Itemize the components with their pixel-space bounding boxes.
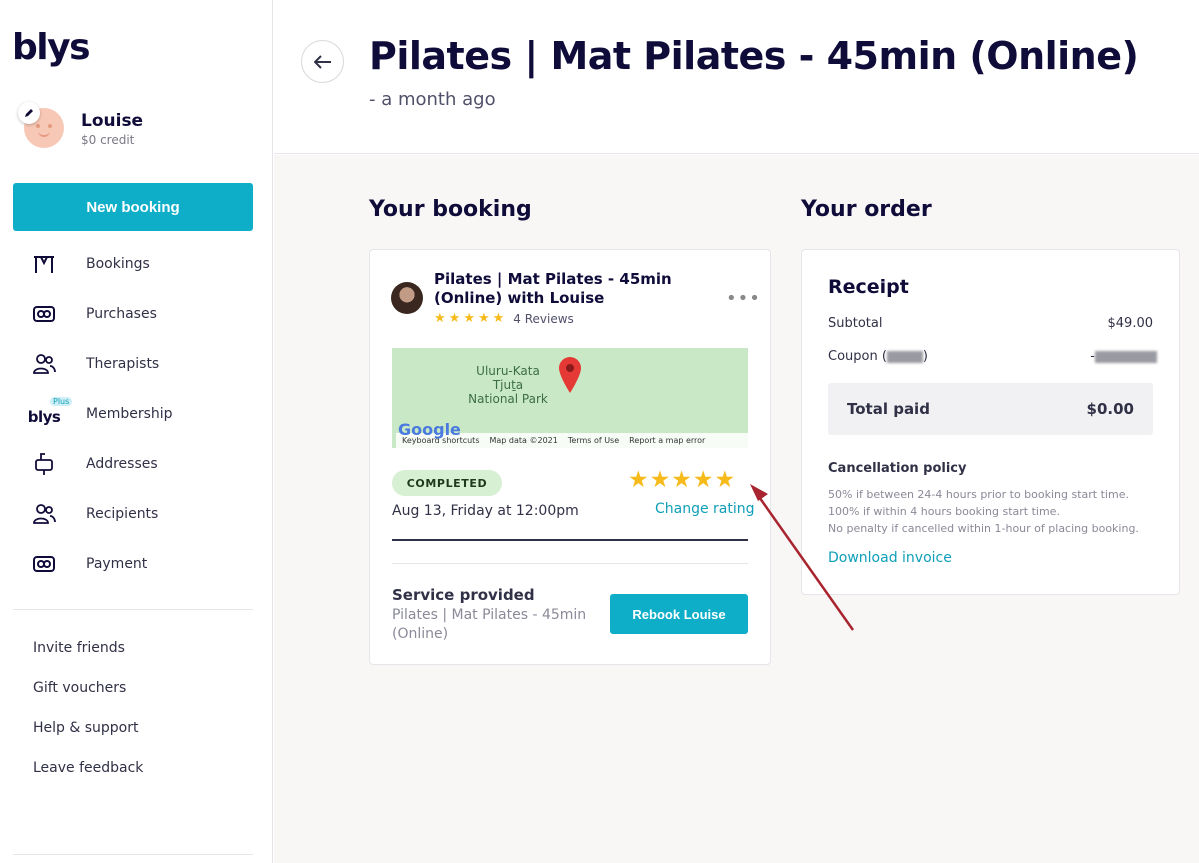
page-header: Pilates | Mat Pilates - 45min (Online) -…	[274, 0, 1199, 154]
order-card: Receipt Subtotal $49.00 Coupon () - Tota…	[801, 249, 1180, 595]
star-icon: ★	[463, 311, 475, 326]
coupon-value: -	[1090, 349, 1157, 364]
profile[interactable]: Louise $0 credit	[18, 102, 258, 152]
total-paid-box: Total paid $0.00	[828, 383, 1153, 435]
sidebar-item-label: Purchases	[86, 306, 157, 322]
help-support-link[interactable]: Help & support	[33, 720, 139, 736]
bookings-icon	[30, 250, 58, 278]
sidebar-item-label: Bookings	[86, 256, 150, 272]
service-provided-value: Pilates | Mat Pilates - 45min (Online)	[392, 607, 587, 642]
invite-friends-link[interactable]: Invite friends	[33, 640, 125, 656]
star-icon: ★	[477, 311, 490, 326]
policy-line: 100% if within 4 hours booking start tim…	[828, 505, 1060, 518]
sidebar: blys Louise $0 credit New booking Bookin…	[0, 0, 273, 863]
therapist-rating: ★ ★ ★ ★ ★ 4 Reviews	[434, 311, 574, 326]
terms-of-use-link[interactable]: Terms of Use	[568, 436, 619, 445]
sidebar-item-label: Payment	[86, 556, 148, 572]
therapist-avatar[interactable]	[391, 282, 423, 314]
service-provided-label: Service provided	[392, 586, 535, 604]
map-pin-icon	[559, 357, 581, 393]
coupon-label-prefix: Coupon (	[828, 349, 887, 364]
main-content: Your booking Your order Pilates | Mat Pi…	[274, 155, 1199, 863]
policy-line: No penalty if cancelled within 1-hour of…	[828, 522, 1139, 535]
addresses-icon	[30, 450, 58, 478]
change-rating-link[interactable]: Change rating	[655, 501, 755, 517]
cancellation-policy-title: Cancellation policy	[828, 461, 967, 476]
report-map-error-link[interactable]: Report a map error	[629, 436, 705, 445]
sidebar-item-payment[interactable]: Payment	[30, 549, 260, 579]
sidebar-item-label: Addresses	[86, 456, 158, 472]
map[interactable]: Uluru-Kata Tjuṯa National Park Keyboard …	[392, 348, 748, 448]
star-icon[interactable]: ★	[715, 467, 736, 493]
booking-card: Pilates | Mat Pilates - 45min (Online) w…	[369, 249, 771, 665]
your-booking-title: Your booking	[369, 197, 532, 222]
sidebar-item-recipients[interactable]: Recipients	[30, 499, 260, 529]
profile-name: Louise	[81, 111, 144, 131]
profile-credit: $0 credit	[81, 133, 135, 147]
divider	[392, 539, 748, 541]
leave-feedback-link[interactable]: Leave feedback	[33, 760, 143, 776]
sidebar-item-label: Membership	[86, 406, 173, 422]
star-icon[interactable]: ★	[671, 467, 692, 493]
redacted-coupon-code	[886, 350, 923, 363]
payment-icon	[30, 550, 58, 578]
star-icon[interactable]: ★	[693, 467, 714, 493]
blys-logo[interactable]: blys	[12, 30, 91, 66]
coupon-label: Coupon ()	[828, 349, 928, 364]
star-icon: ★	[434, 311, 446, 326]
booking-date: Aug 13, Friday at 12:00pm	[392, 503, 579, 519]
google-logo[interactable]: Google	[398, 420, 461, 439]
star-icon: ★	[448, 311, 461, 326]
receipt-title: Receipt	[828, 276, 909, 298]
therapists-icon	[30, 350, 58, 378]
download-invoice-link[interactable]: Download invoice	[828, 550, 952, 566]
page-subtitle: - a month ago	[369, 89, 496, 110]
sidebar-item-membership[interactable]: blys Plus Membership	[27, 397, 260, 429]
sidebar-item-label: Therapists	[86, 356, 160, 372]
sidebar-bottom-divider	[13, 854, 253, 855]
subtotal-value: $49.00	[1107, 316, 1154, 331]
sidebar-divider	[13, 609, 253, 610]
subtotal-label: Subtotal	[828, 316, 883, 331]
sidebar-item-label: Recipients	[86, 506, 159, 522]
map-place-label: Uluru-Kata Tjuṯa National Park	[468, 364, 548, 406]
your-order-title: Your order	[801, 197, 932, 222]
service-title: Pilates | Mat Pilates - 45min (Online) w…	[434, 270, 672, 307]
map-data-text: Map data ©2021	[489, 436, 558, 445]
divider	[392, 563, 748, 564]
plus-badge: Plus	[50, 397, 73, 406]
back-button[interactable]	[301, 40, 344, 83]
policy-line: 50% if between 24-4 hours prior to booki…	[828, 488, 1129, 501]
star-icon[interactable]: ★	[628, 467, 649, 493]
purchases-icon	[30, 300, 58, 328]
total-paid-label: Total paid	[847, 400, 930, 418]
blys-plus-icon: blys Plus	[27, 397, 73, 428]
status-badge: COMPLETED	[392, 470, 502, 496]
total-paid-value: $0.00	[1086, 400, 1134, 418]
redacted-coupon-value	[1095, 350, 1157, 363]
user-rating[interactable]: ★ ★ ★ ★ ★	[628, 467, 736, 493]
sidebar-item-bookings[interactable]: Bookings	[30, 249, 260, 279]
recipients-icon	[30, 500, 58, 528]
reviews-count[interactable]: 4 Reviews	[513, 312, 574, 326]
sidebar-item-addresses[interactable]: Addresses	[30, 449, 260, 479]
page-title: Pilates | Mat Pilates - 45min (Online)	[369, 34, 1139, 78]
rebook-button[interactable]: Rebook Louise	[610, 594, 748, 634]
blys-plus-icon-text: blys	[27, 408, 61, 426]
coupon-label-suffix: )	[922, 349, 928, 364]
new-booking-button[interactable]: New booking	[13, 183, 253, 231]
star-icon[interactable]: ★	[650, 467, 671, 493]
more-options-icon[interactable]: •••	[726, 288, 761, 309]
arrow-left-icon	[313, 54, 331, 69]
sidebar-item-therapists[interactable]: Therapists	[30, 349, 260, 379]
sidebar-item-purchases[interactable]: Purchases	[30, 299, 260, 329]
gift-vouchers-link[interactable]: Gift vouchers	[33, 680, 126, 696]
star-icon: ★	[492, 311, 505, 326]
edit-profile-icon[interactable]	[18, 102, 40, 124]
